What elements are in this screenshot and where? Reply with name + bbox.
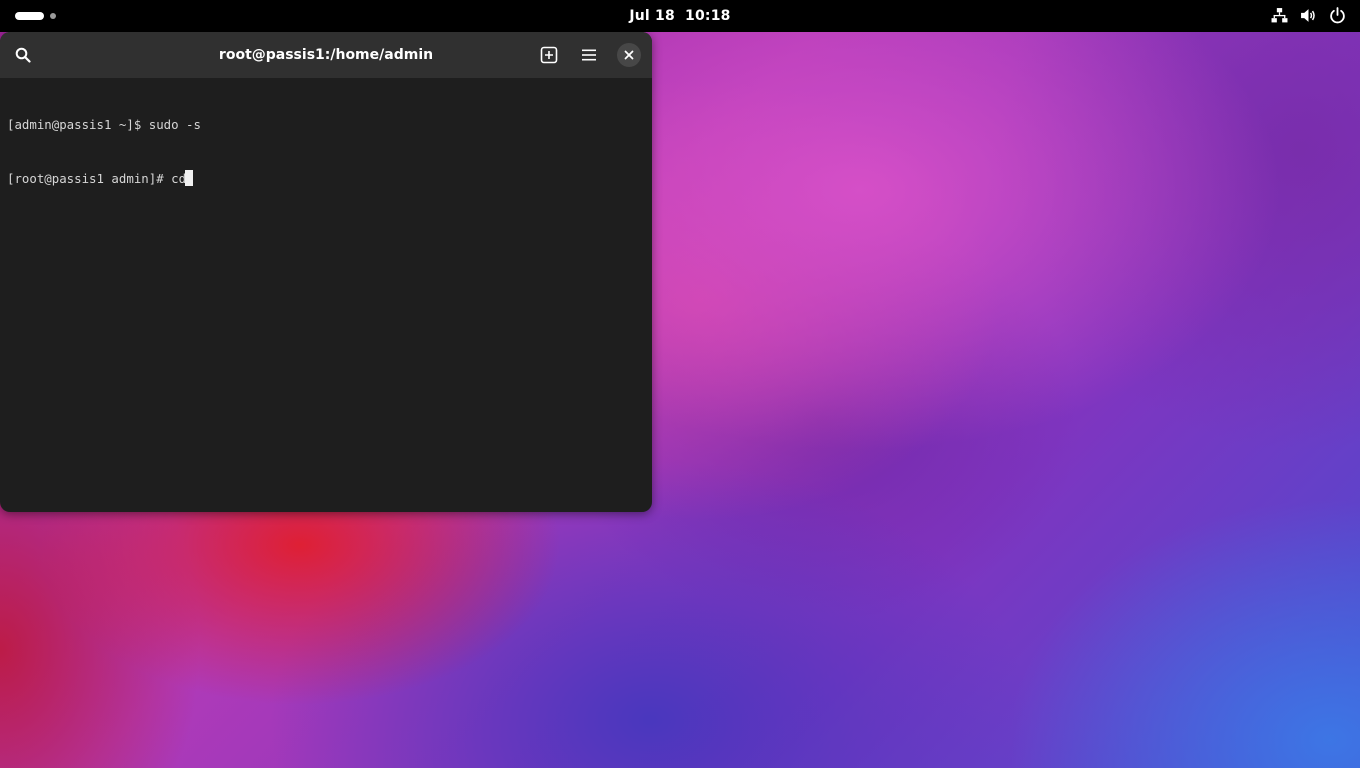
close-window-button[interactable]	[614, 40, 644, 70]
new-tab-icon	[540, 46, 558, 64]
terminal-line: [root@passis1 admin]# cd	[7, 170, 647, 188]
terminal-output[interactable]: [admin@passis1 ~]$ sudo -s [root@passis1…	[7, 80, 647, 500]
text-cursor	[185, 170, 194, 186]
hamburger-menu-icon	[582, 49, 596, 61]
terminal-window[interactable]: root@passis1:/home/admin [admin@passis1 …	[0, 32, 652, 512]
close-button-circle	[617, 43, 641, 67]
network-wired-icon[interactable]	[1271, 7, 1288, 24]
new-tab-button[interactable]	[534, 40, 564, 70]
terminal-line-text: [admin@passis1 ~]$ sudo -s	[7, 117, 201, 132]
main-menu-button[interactable]	[574, 40, 604, 70]
terminal-line-text: [root@passis1 admin]# cd	[7, 171, 187, 186]
clock-date: Jul 18	[629, 8, 675, 24]
volume-icon[interactable]	[1300, 7, 1317, 24]
terminal-line: [admin@passis1 ~]$ sudo -s	[7, 116, 647, 134]
close-icon	[624, 50, 634, 60]
terminal-headerbar[interactable]: root@passis1:/home/admin	[0, 32, 652, 78]
top-bar: Jul 18 10:18	[0, 0, 1360, 32]
clock-button[interactable]: Jul 18 10:18	[0, 0, 1360, 32]
system-tray[interactable]	[1271, 7, 1346, 24]
clock-time: 10:18	[685, 8, 731, 24]
power-icon[interactable]	[1329, 7, 1346, 24]
